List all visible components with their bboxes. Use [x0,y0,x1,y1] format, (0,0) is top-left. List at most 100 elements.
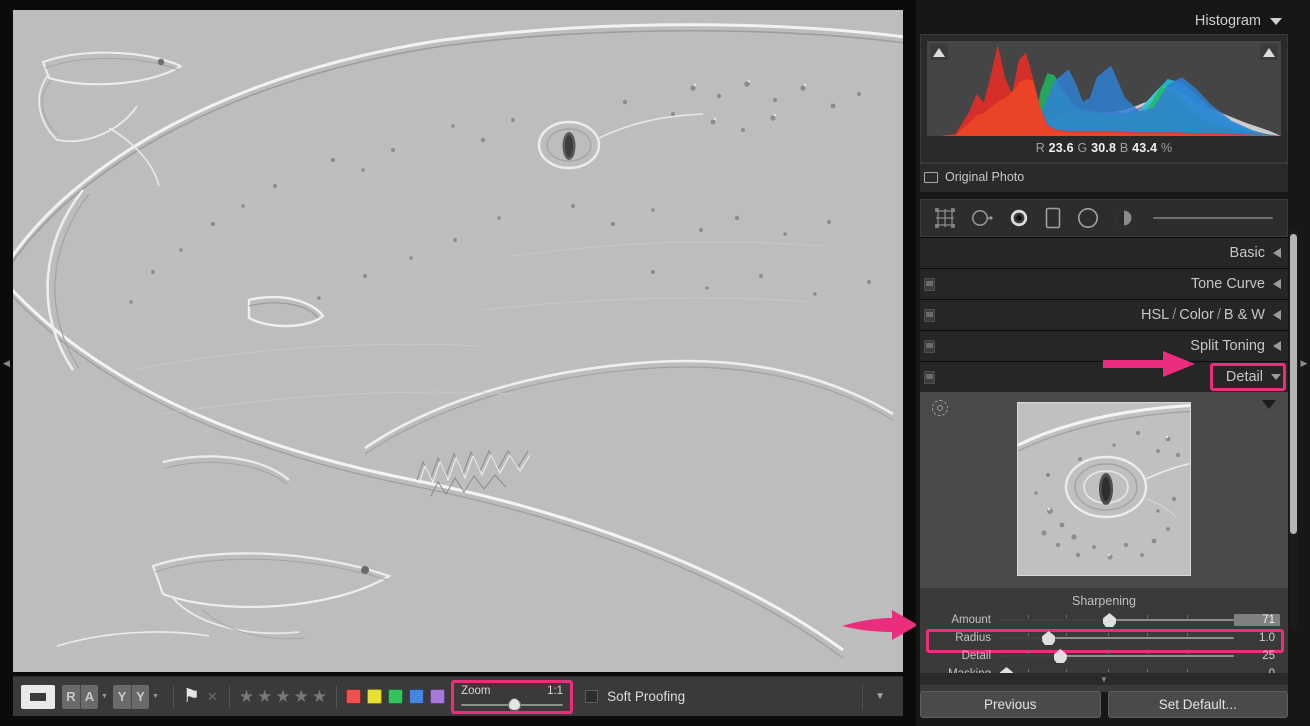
histogram-plot-area [927,41,1281,136]
before-after-view-button[interactable]: Y Y [113,685,149,709]
slider-amount-handle[interactable] [1103,613,1116,627]
slider-detail-handle[interactable] [1054,649,1067,663]
slider-amount[interactable]: Amount 71 [920,611,1288,629]
panel-split-toning-switch-icon[interactable] [924,340,935,353]
right-panel-collapse-arrow[interactable]: ▶ [1298,352,1310,374]
bw-label[interactable]: B & W [1224,307,1265,323]
panel-basic[interactable]: Basic [920,237,1288,268]
panel-tone-curve-triangle-left-icon[interactable] [1273,279,1281,289]
hsl-separator-2: / [1214,307,1224,323]
preview-toggle-triangle-down-icon[interactable] [1262,400,1276,409]
circle-icon[interactable] [1077,207,1099,229]
color-label-red[interactable] [346,689,361,704]
lightroom-develop-window: ◀ [0,0,1310,726]
flag-reject-icon[interactable]: ✕ [207,689,218,705]
toolbar-divider [336,686,337,708]
rectangle-icon[interactable] [1045,207,1061,229]
panel-split-toning-triangle-left-icon[interactable] [1273,341,1281,351]
rgb-r-value: 23.6 [1049,141,1074,155]
histogram-chart[interactable] [927,41,1281,136]
previous-button[interactable]: Previous [920,691,1101,718]
star-1[interactable]: ★ [239,687,254,707]
highlight-clipping-indicator[interactable] [1260,44,1278,60]
panel-tone-curve-title: Tone Curve [1191,276,1265,292]
beforeafter-label-a: Y [113,685,131,709]
beforeafter-caret-down-icon[interactable]: ▼ [152,693,159,700]
compare-view-button[interactable]: R A [62,685,98,709]
slider-radius-handle[interactable] [1042,631,1055,645]
compare-label-b: A [80,685,98,709]
rgb-g-label: G [1077,141,1087,155]
panel-basic-title: Basic [1230,245,1265,261]
rgb-b-value: 43.4 [1132,141,1157,155]
toolbar-divider [173,686,174,708]
slider-radius-track[interactable] [1000,629,1234,647]
panel-hsl-triangle-left-icon[interactable] [1273,310,1281,320]
slider-radius-value[interactable]: 1.0 [1234,632,1280,644]
right-panel-scrollbar[interactable] [1289,230,1298,630]
shadow-clipping-indicator[interactable] [930,44,948,60]
slider-amount-value[interactable]: 71 [1234,614,1280,626]
target-adjust-icon[interactable] [932,400,948,416]
panel-basic-triangle-left-icon[interactable] [1273,248,1281,258]
zoom-control[interactable]: Zoom 1:1 [451,680,573,714]
right-panel: Histogram R 23.6 G 30.8 B 43.4 % [916,0,1310,726]
toolbar-overflow-triangle-down-icon[interactable]: ▼ [863,691,895,702]
star-rating[interactable]: ★ ★ ★ ★ ★ [239,687,327,707]
panel-end-triangle-down-icon[interactable]: ▼ [920,673,1288,685]
histogram-panel: R 23.6 G 30.8 B 43.4 % [920,34,1288,163]
histogram-title: Histogram [1195,13,1261,29]
beforeafter-label-b: Y [131,685,149,709]
panel-detail-triangle-down-icon[interactable] [1271,374,1281,380]
histogram-chevron-down-icon[interactable] [1270,18,1282,25]
develop-tool-strip [920,199,1288,237]
hsl-label[interactable]: HSL [1141,307,1169,323]
toolbar-divider [229,686,230,708]
histogram-header[interactable]: Histogram [920,8,1288,34]
panel-hsl-switch-icon[interactable] [924,309,935,322]
zoom-slider-handle[interactable] [508,698,521,711]
sharpening-section-title: Sharpening [920,594,1288,611]
flag-pick-icon[interactable]: ⚑ [183,687,200,706]
slider-amount-label: Amount [928,614,1000,626]
rgb-unit: % [1161,141,1172,155]
star-5[interactable]: ★ [312,687,327,707]
compare-caret-down-icon[interactable]: ▼ [101,693,108,700]
crop-grid-icon[interactable] [935,208,955,228]
scrollbar-thumb[interactable] [1290,234,1297,534]
slider-detail[interactable]: Detail 25 [920,647,1288,665]
panel-split-toning-title: Split Toning [1190,338,1265,354]
image-workspace: ◀ [0,0,916,726]
slider-detail-track[interactable] [1000,647,1234,665]
star-4[interactable]: ★ [294,687,309,707]
panel-hsl-color-bw[interactable]: HSL/Color/B & W [920,299,1288,330]
slider-radius[interactable]: Radius 1.0 [920,629,1288,647]
set-default-button[interactable]: Set Default... [1108,691,1289,718]
soft-proofing-checkbox[interactable] [585,690,598,703]
color-label-blue[interactable] [409,689,424,704]
panel-detail[interactable]: Detail [920,361,1288,392]
panel-detail-switch-icon[interactable] [924,371,935,384]
slider-amount-track[interactable] [1000,611,1234,629]
sharpening-preview-thumbnail[interactable] [1017,402,1191,576]
color-label-yellow[interactable] [367,689,382,704]
original-photo-row[interactable]: Original Photo [920,163,1288,192]
panel-tone-curve[interactable]: Tone Curve [920,268,1288,299]
zoom-slider[interactable] [461,698,563,710]
slider-detail-value[interactable]: 25 [1234,650,1280,662]
color-label[interactable]: Color [1179,307,1214,323]
star-2[interactable]: ★ [257,687,272,707]
spot-circle-icon[interactable] [971,208,993,228]
loupe-view-icon[interactable] [21,685,55,709]
main-image-preview[interactable] [13,10,903,672]
brush-dot-icon[interactable] [1115,209,1133,227]
color-label-green[interactable] [388,689,403,704]
left-panel-collapse-arrow[interactable]: ◀ [0,352,13,374]
red-eye-icon[interactable] [1009,208,1029,228]
panel-split-toning[interactable]: Split Toning [920,330,1288,361]
star-3[interactable]: ★ [275,687,290,707]
tool-strip-slider[interactable] [1153,217,1273,219]
color-label-purple[interactable] [430,689,445,704]
photo-frame-icon [924,172,938,183]
panel-tone-curve-switch-icon[interactable] [924,278,935,291]
